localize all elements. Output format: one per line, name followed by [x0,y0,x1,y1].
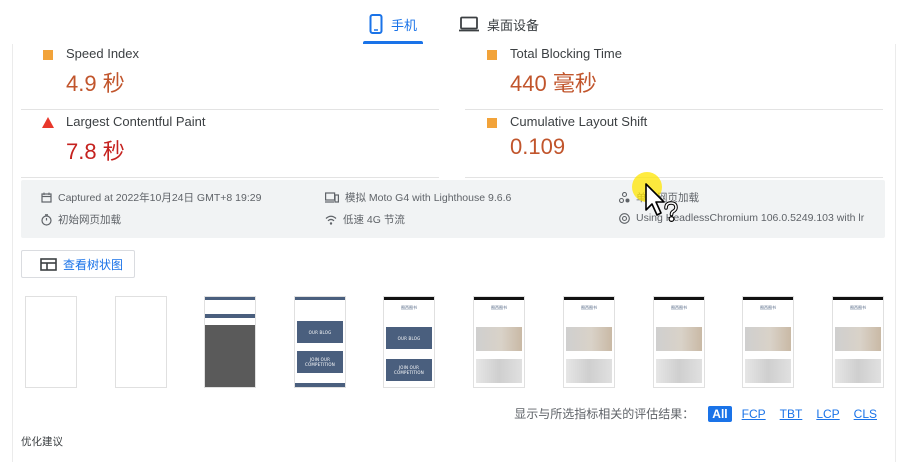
laptop-icon [459,16,479,32]
metric-total-blocking-time: Total Blocking Time 440 毫秒 [465,44,883,110]
filmstrip-frame: 图西图书 [473,296,525,388]
captured-at: Captured at 2022年10月24日 GMT+8 19:29 [41,190,261,205]
metric-cumulative-layout-shift: Cumulative Layout Shift 0.109 [465,112,883,178]
metric-label: Cumulative Layout Shift [510,114,648,129]
average-marker-icon [43,50,53,60]
emulated-device: 模拟 Moto G4 with Lighthouse 9.6.6 [325,190,511,205]
metric-value: 440 毫秒 [510,71,597,96]
network-throttling: 低速 4G 节流 [325,212,405,227]
metric-value: 4.9 秒 [66,71,125,96]
fail-marker-icon [42,117,54,128]
calendar-icon [41,192,52,203]
average-marker-icon [487,118,497,128]
tab-desktop[interactable]: 桌面设备 [453,4,545,44]
cursor-help-icon [645,183,678,222]
metric-value: 7.8 秒 [66,139,125,164]
filter-chip-cls[interactable]: CLS [850,406,881,422]
wifi-icon [325,215,337,225]
filmstrip-frame: 图西图书 [832,296,884,388]
filmstrip-frame: 图西图书 [742,296,794,388]
metric-speed-index: Speed Index 4.9 秒 [21,44,439,110]
report-panel: Speed Index 4.9 秒 Total Blocking Time 44… [12,44,896,462]
filter-label: 显示与所选指标相关的评估结果： [514,407,695,421]
filter-chip-tbt[interactable]: TBT [776,406,807,422]
metric-largest-contentful-paint: Largest Contentful Paint 7.8 秒 [21,112,439,178]
phone-icon [369,14,383,34]
filter-chip-fcp[interactable]: FCP [738,406,770,422]
filmstrip-frame: 图西图书 [653,296,705,388]
filmstrip-frame: 图西图书 OUR BLOG JOIN OUR COMPETITION [383,296,435,388]
timer-icon [41,213,52,226]
devices-icon [325,192,339,203]
tab-mobile[interactable]: 手机 [362,4,424,44]
metric-value: 0.109 [510,134,566,159]
filmstrip-frame: 图西图书 [563,296,615,388]
filter-chip-lcp[interactable]: LCP [812,406,843,422]
filmstrip-frame [204,296,256,388]
chrome-icon [619,212,630,224]
metric-label: Largest Contentful Paint [66,114,206,129]
filter-chip-all[interactable]: All [708,405,732,422]
metric-label: Total Blocking Time [510,46,622,61]
section-title: 优化建议 [21,436,63,448]
nodes-icon [619,192,630,203]
audit-filter: 显示与所选指标相关的评估结果： All FCP TBT LCP CLS [514,405,881,422]
view-treemap-label: 查看树状图 [63,257,124,272]
tab-desktop-label: 桌面设备 [487,18,540,34]
average-marker-icon [487,50,497,60]
filmstrip-frame [25,296,77,388]
initial-load: 初始网页加载 [41,212,121,227]
metric-label: Speed Index [66,46,140,61]
device-tabs: 手机 桌面设备 [0,0,908,44]
treemap-icon [40,257,57,271]
runtime-settings: Captured at 2022年10月24日 GMT+8 19:29 初始网页… [21,180,885,238]
filmstrip-frame [115,296,167,388]
tab-mobile-label: 手机 [390,18,417,34]
filmstrip-frame: OUR BLOG JOIN OUR COMPETITION [294,296,346,388]
view-treemap-button[interactable]: 查看树状图 [21,250,135,278]
